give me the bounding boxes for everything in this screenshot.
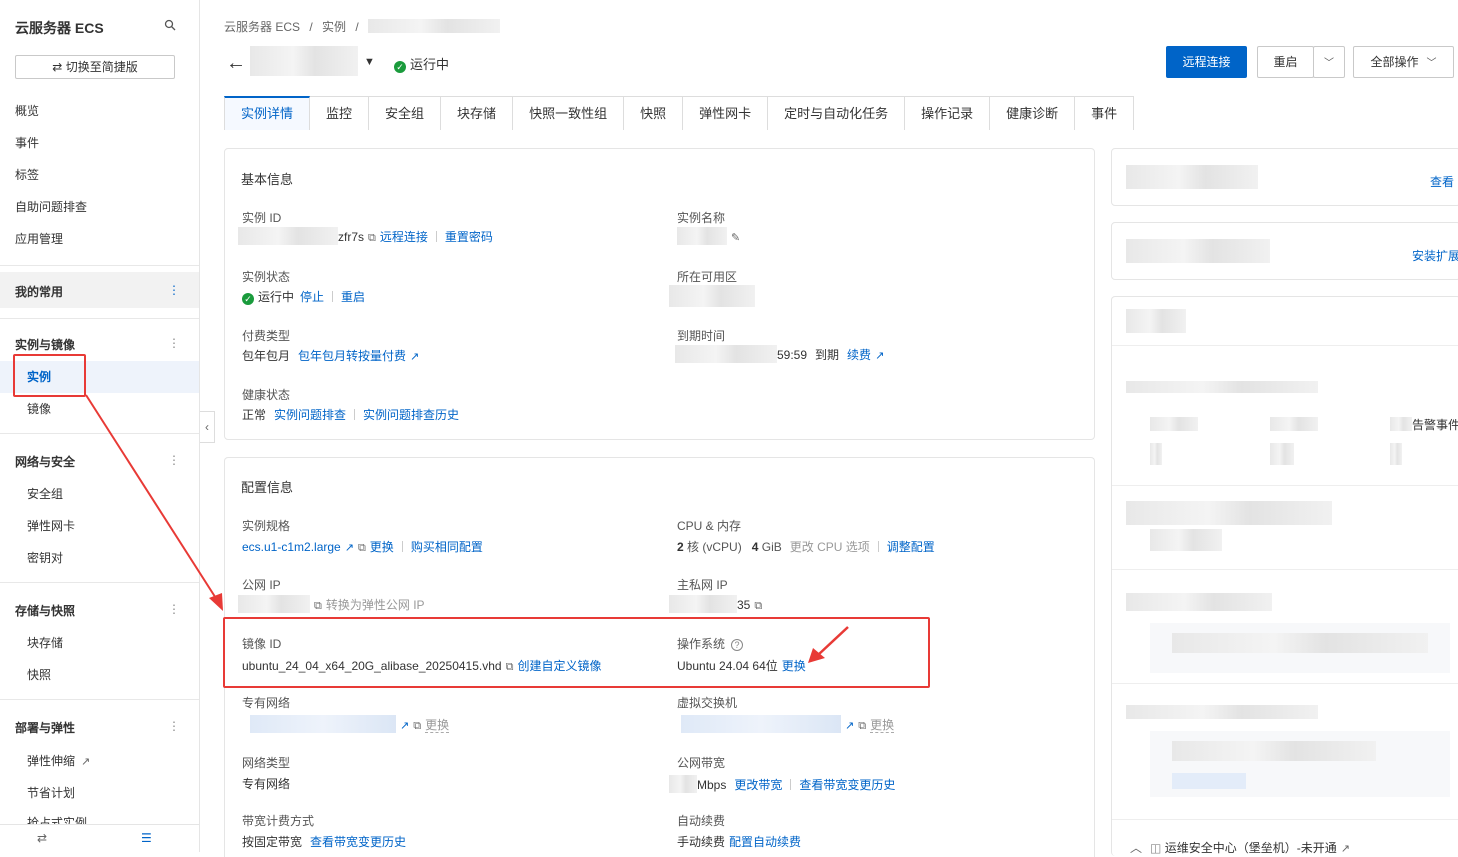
right-card-2-redacted — [1126, 239, 1270, 263]
right-row-redacted — [1270, 443, 1294, 465]
arrow-line-sidebar — [85, 394, 220, 604]
divider — [1112, 683, 1458, 684]
shield-icon: ◫ — [1150, 841, 1162, 855]
right-row-redacted — [1126, 501, 1332, 525]
arrow-head-sidebar — [209, 593, 223, 611]
right-box-redacted — [1172, 741, 1376, 761]
right-row-redacted — [1126, 593, 1272, 611]
right-row-redacted — [1150, 443, 1162, 465]
bastion-row[interactable]: ︿ ◫ 运维安全中心（堡垒机）-未开通 ↗ — [1130, 839, 1350, 856]
right-card-2: 安装扩展 — [1111, 222, 1458, 280]
right-card-3: 告警事件 ︿ ◫ 运维安全中心（堡垒机）-未开通 ↗ — [1111, 296, 1458, 856]
right-row-redacted — [1126, 705, 1318, 719]
chevron-up-icon: ︿ — [1130, 841, 1143, 855]
right-card-3-title-redacted — [1126, 309, 1186, 333]
right-row-redacted — [1150, 417, 1198, 431]
right-row-redacted — [1390, 417, 1412, 431]
right-row-redacted — [1150, 529, 1222, 551]
divider — [1112, 819, 1458, 820]
right-card-1: 查看 — [1111, 148, 1458, 206]
divider — [1112, 485, 1458, 486]
alert-events-text: 告警事件 — [1412, 418, 1458, 432]
right-row-redacted — [1390, 443, 1402, 465]
right-box — [1150, 623, 1450, 673]
install-extension-link[interactable]: 安装扩展 — [1412, 247, 1458, 264]
divider — [1112, 569, 1458, 570]
divider — [1112, 345, 1458, 346]
right-box-redacted — [1172, 633, 1428, 653]
right-box — [1150, 731, 1450, 797]
right-row-redacted — [1270, 417, 1318, 431]
view-link[interactable]: 查看 — [1430, 173, 1454, 190]
right-box-link-redacted[interactable] — [1172, 773, 1246, 789]
external-link-icon: ↗ — [1340, 843, 1350, 855]
right-row-redacted — [1126, 381, 1318, 393]
right-card-1-redacted — [1126, 165, 1258, 189]
arrow-line-os — [817, 626, 849, 656]
